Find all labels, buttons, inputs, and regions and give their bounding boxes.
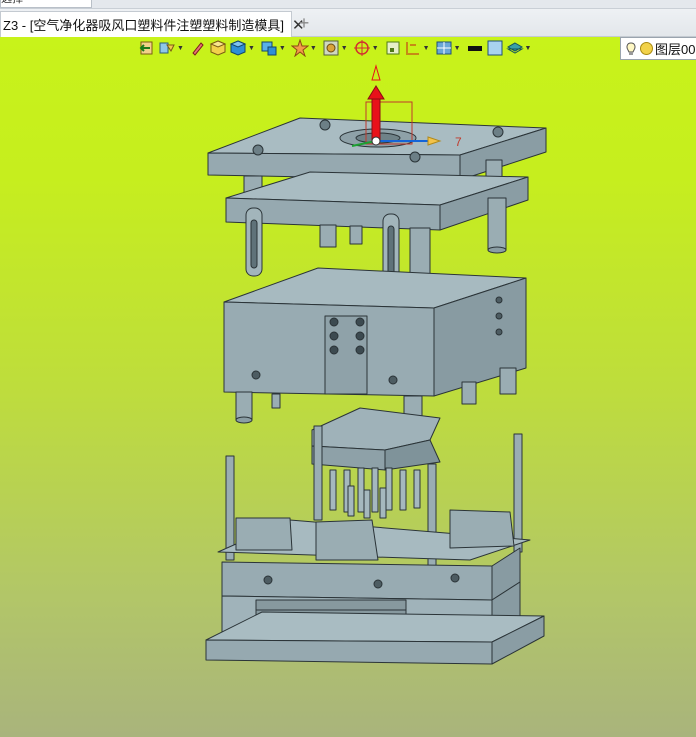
color-swatch-light-icon[interactable] [486, 38, 504, 58]
cube-yellow-icon[interactable] [209, 38, 227, 58]
cube-blue-icon[interactable]: ▼ [229, 38, 258, 58]
color-swatch-black-icon[interactable] [466, 38, 484, 58]
3d-viewport[interactable]: 7 [0, 37, 696, 737]
axis-z-arrow [371, 96, 381, 142]
document-tab[interactable]: Z3 - [空气净化器吸风口塑料件注塑塑料制造模具] ✕ [0, 11, 305, 37]
star-icon[interactable]: ▼ [290, 38, 320, 58]
view-cube-icon[interactable]: ▼ [260, 38, 289, 58]
layers-icon[interactable]: ▼ [505, 38, 535, 58]
exit-icon[interactable] [138, 38, 156, 58]
top-strip: 选择 [0, 0, 696, 9]
mold-assembly-model[interactable]: 7 [0, 37, 696, 737]
command-field[interactable]: 选择 [0, 0, 92, 8]
bottom-plate-top [205, 611, 545, 643]
bulb-icon[interactable] [624, 41, 638, 56]
measure-icon[interactable]: ▼ [404, 38, 433, 58]
tab-bar: Z3 - [空气净化器吸风口塑料件注塑塑料制造模具] ✕ + [0, 9, 696, 37]
document-tab-label: Z3 - [空气净化器吸风口塑料件注塑塑料制造模具] [3, 18, 284, 33]
plus-icon[interactable]: + [294, 13, 314, 33]
bottom-plate-front [205, 639, 493, 665]
display-grid-icon[interactable]: ▼ [435, 38, 464, 58]
shading-icon[interactable]: ▼ [322, 38, 351, 58]
layer-color-dot [640, 42, 653, 55]
view-toolbar: ▼ ▼ ▼ ▼ ▼ ▼ ▼ ▼ ▼ [138, 37, 534, 59]
history-icon[interactable]: ▼ [158, 38, 187, 58]
layer-name: 图层00 [655, 42, 696, 57]
frame-icon[interactable] [384, 38, 402, 58]
triad-label: 7 [455, 135, 462, 149]
pen-icon[interactable] [189, 38, 207, 58]
layer-selector[interactable]: 图层00 [620, 37, 696, 60]
target-icon[interactable]: ▼ [353, 38, 382, 58]
core-plate-front [221, 561, 493, 601]
